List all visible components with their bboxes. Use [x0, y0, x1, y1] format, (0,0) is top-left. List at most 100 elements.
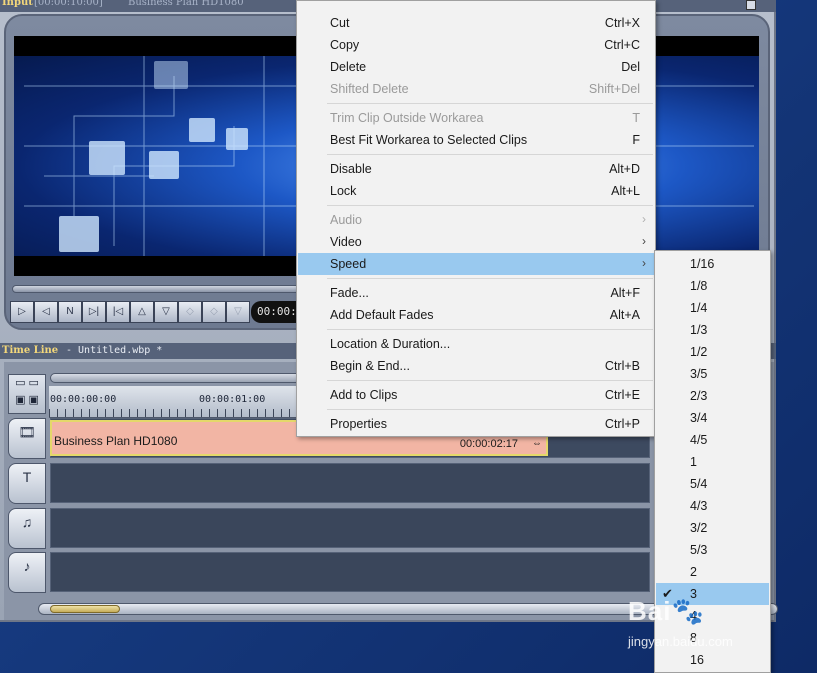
mark-out-icon[interactable]: ▽	[154, 301, 178, 323]
menu-separator	[327, 380, 653, 381]
timeline-tool-buttons[interactable]: ▭ ▭ ▣ ▣	[8, 374, 46, 414]
speed-option[interactable]: 16	[656, 649, 769, 671]
speed-option-label: 1/16	[690, 257, 715, 271]
film-icon: 🎞	[18, 424, 36, 440]
menu-separator	[327, 103, 653, 104]
speed-option-label: 4/3	[690, 499, 708, 513]
menu-item-trim-clip[interactable]: Trim Clip Outside Workarea T	[298, 107, 654, 129]
menu-item-best-fit[interactable]: Best Fit Workarea to Selected Clips F	[298, 129, 654, 151]
menu-item-video[interactable]: Video ›	[298, 231, 654, 253]
speed-option[interactable]: 5/3	[656, 539, 769, 561]
menu-item-lock[interactable]: Lock Alt+L	[298, 180, 654, 202]
speed-option[interactable]: 2/3	[656, 385, 769, 407]
menu-label: Trim Clip Outside Workarea	[330, 111, 484, 125]
insert-icon[interactable]: ▽	[226, 301, 250, 323]
menu-item-fade[interactable]: Fade... Alt+F	[298, 282, 654, 304]
speed-option[interactable]: 3/2	[656, 517, 769, 539]
menu-item-properties[interactable]: Properties Ctrl+P	[298, 413, 654, 435]
menu-item-add-default-fades[interactable]: Add Default Fades Alt+A	[298, 304, 654, 326]
menu-shortcut: Ctrl+X	[604, 16, 640, 30]
set-in-icon[interactable]: ◇	[178, 301, 202, 323]
previous-frame-icon[interactable]: |◁	[106, 301, 130, 323]
menu-label: Cut	[330, 16, 350, 30]
title-text-icon: T	[22, 469, 32, 485]
audio-track-lane[interactable]	[50, 508, 650, 548]
speed-option[interactable]: 4/5	[656, 429, 769, 451]
new-file-icon[interactable]: ▭ ▭	[9, 375, 45, 392]
reverse-play-icon[interactable]: ◁	[34, 301, 58, 323]
title-track-lane[interactable]	[50, 463, 650, 503]
menu-label: Delete	[330, 60, 367, 74]
music-note-icon: ♪	[23, 558, 31, 574]
normal-speed-icon[interactable]: N	[58, 301, 82, 323]
menu-item-location-duration[interactable]: Location & Duration...	[298, 333, 654, 355]
speed-option-label: 1	[690, 455, 697, 469]
watermark-brand: Bai	[628, 596, 672, 626]
speed-option[interactable]: 3/5	[656, 363, 769, 385]
speed-option-label: 1/2	[690, 345, 708, 359]
menu-label: Lock	[330, 184, 357, 198]
audio-track-header[interactable]: ♫	[8, 508, 46, 549]
mark-in-icon[interactable]: △	[130, 301, 154, 323]
paw-icon: 🐾	[671, 596, 705, 626]
speed-option[interactable]: 1/3	[656, 319, 769, 341]
menu-item-audio[interactable]: Audio ›	[298, 209, 654, 231]
speed-option-label: 2	[690, 565, 697, 579]
speed-option[interactable]: 4/3	[656, 495, 769, 517]
next-frame-icon[interactable]: ▷|	[82, 301, 106, 323]
ruler-start-label: 00:00:00:00	[50, 394, 117, 405]
speed-option[interactable]: 5/4	[656, 473, 769, 495]
music-track-lane[interactable]	[50, 552, 650, 592]
menu-label: Add to Clips	[330, 388, 398, 402]
play-icon[interactable]: ▷	[10, 301, 34, 323]
menu-item-add-to-clips[interactable]: Add to Clips Ctrl+E	[298, 384, 654, 406]
menu-separator	[327, 205, 653, 206]
clip-context-menu: Cut Ctrl+X Copy Ctrl+C Delete Del Shifte…	[296, 0, 656, 437]
speed-option[interactable]: 2	[656, 561, 769, 583]
speed-option[interactable]: 1	[656, 451, 769, 473]
set-out-icon[interactable]: ◇	[202, 301, 226, 323]
speed-option[interactable]: 1/16	[656, 253, 769, 275]
speed-option[interactable]: 3/4	[656, 407, 769, 429]
menu-label: Properties	[330, 417, 387, 431]
menu-item-copy[interactable]: Copy Ctrl+C	[298, 34, 654, 56]
menu-shortcut: T	[632, 111, 640, 125]
menu-shortcut: Ctrl+E	[604, 388, 640, 402]
transport-timecode: 00:00:	[251, 301, 299, 323]
menu-shortcut: Shift+Del	[588, 82, 640, 96]
clip-duration: 00:00:02:17	[459, 438, 518, 450]
menu-item-speed[interactable]: Speed ›	[298, 253, 654, 275]
submenu-arrow-icon: ›	[642, 212, 646, 226]
speed-option-label: 3/5	[690, 367, 708, 381]
maximize-button[interactable]	[746, 0, 756, 10]
input-timecode: [00:00:10:00]	[34, 0, 103, 8]
speed-option[interactable]: 1/2	[656, 341, 769, 363]
menu-item-begin-end[interactable]: Begin & End... Ctrl+B	[298, 355, 654, 377]
baidu-watermark-logo: Bai🐾	[628, 596, 705, 627]
speed-option-label: 16	[690, 653, 704, 667]
save-icon[interactable]: ▣ ▣	[9, 392, 45, 409]
menu-item-shifted-delete[interactable]: Shifted Delete Shift+Del	[298, 78, 654, 100]
video-track-header[interactable]: 🎞	[8, 418, 46, 459]
menu-label: Best Fit Workarea to Selected Clips	[330, 133, 528, 147]
menu-label: Fade...	[330, 286, 369, 300]
watermark-url: jingyan.baidu.com	[628, 634, 733, 649]
timeline-file-name: - Untitled.wbp *	[66, 345, 163, 356]
menu-item-delete[interactable]: Delete Del	[298, 56, 654, 78]
speed-option-label: 4/5	[690, 433, 708, 447]
speed-option[interactable]: 1/8	[656, 275, 769, 297]
timeline-scroll-thumb[interactable]	[50, 605, 120, 613]
menu-separator	[327, 409, 653, 410]
title-track-header[interactable]: T	[8, 463, 46, 504]
menu-label: Disable	[330, 162, 372, 176]
menu-shortcut: F	[632, 133, 640, 147]
menu-separator	[327, 278, 653, 279]
menu-label: Location & Duration...	[330, 337, 451, 351]
menu-label: Audio	[330, 213, 362, 227]
menu-item-disable[interactable]: Disable Alt+D	[298, 158, 654, 180]
speed-option-label: 5/4	[690, 477, 708, 491]
speed-option[interactable]: 1/4	[656, 297, 769, 319]
clip-resize-handle-icon[interactable]: ⇔	[532, 438, 542, 449]
music-track-header[interactable]: ♪	[8, 552, 46, 593]
menu-item-cut[interactable]: Cut Ctrl+X	[298, 12, 654, 34]
